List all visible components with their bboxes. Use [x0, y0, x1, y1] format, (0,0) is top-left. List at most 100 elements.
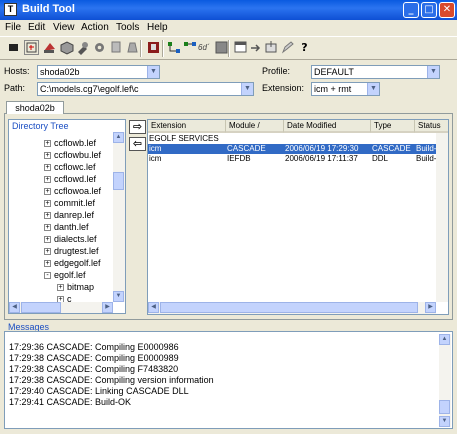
- stop-icon[interactable]: [6, 40, 21, 55]
- tree-item[interactable]: + ccflowb.lef: [9, 138, 113, 150]
- column-header-status[interactable]: Status: [415, 120, 448, 133]
- title-bar: T Build Tool _ □ ✕: [0, 0, 457, 20]
- grid-icon[interactable]: [214, 40, 229, 55]
- expand-icon[interactable]: +: [44, 236, 51, 243]
- move-right-button[interactable]: ⇨: [129, 120, 146, 134]
- directory-tree-title: Directory Tree: [12, 121, 69, 131]
- profile-select[interactable]: DEFAULT ▼: [311, 65, 440, 79]
- expand-icon[interactable]: +: [44, 176, 51, 183]
- table-row[interactable]: icm IEFDB 2006/06/19 17:11:37 DDL Build-OK: [148, 154, 448, 164]
- tree-item[interactable]: + dialects.lef: [9, 234, 113, 246]
- tree-item[interactable]: + edgegolf.lef: [9, 258, 113, 270]
- tree-hscroll-thumb[interactable]: [21, 302, 61, 313]
- chevron-down-icon[interactable]: ▼: [427, 66, 439, 78]
- message-line: 17:29:36 CASCADE: Compiling E0000986: [9, 342, 179, 352]
- table-horizontal-scrollbar[interactable]: ◀ ▶: [148, 302, 436, 314]
- expand-icon[interactable]: +: [44, 212, 51, 219]
- scroll-right-icon[interactable]: ▶: [102, 302, 113, 313]
- scroll-down-icon[interactable]: ▼: [113, 291, 124, 302]
- expand-icon[interactable]: +: [44, 164, 51, 171]
- clean-icon[interactable]: [125, 40, 140, 55]
- scroll-down-icon[interactable]: ▼: [439, 416, 450, 427]
- package-icon[interactable]: [59, 40, 74, 55]
- tree-item[interactable]: + danrep.lef: [9, 210, 113, 222]
- messages-scroll-thumb[interactable]: [439, 400, 450, 414]
- tab-host[interactable]: shoda02b: [6, 101, 64, 114]
- minimize-button[interactable]: _: [403, 2, 419, 18]
- help-icon[interactable]: ?: [297, 40, 312, 55]
- tree-icon[interactable]: [167, 40, 182, 55]
- window-icon[interactable]: [233, 40, 248, 55]
- edit-icon[interactable]: [280, 40, 295, 55]
- extension-label: Extension:: [262, 83, 305, 93]
- import-icon[interactable]: [264, 40, 279, 55]
- window-title: Build Tool: [22, 3, 75, 15]
- compile-icon[interactable]: [42, 40, 57, 55]
- close-button[interactable]: ✕: [439, 2, 455, 18]
- expand-icon[interactable]: +: [44, 260, 51, 267]
- tree-item[interactable]: + ccflowoa.lef: [9, 186, 113, 198]
- tree-item-label: danrep.lef: [54, 210, 95, 220]
- tree-item[interactable]: + drugtest.lef: [9, 246, 113, 258]
- scroll-left-icon[interactable]: ◀: [9, 302, 20, 313]
- table-hscroll-thumb[interactable]: [160, 302, 418, 313]
- table-row[interactable]: icm CASCADE 2006/06/19 17:29:30 CASCADE Buil…: [148, 144, 448, 154]
- column-header-extension[interactable]: Extension: [148, 120, 226, 133]
- scroll-left-icon[interactable]: ◀: [148, 302, 159, 313]
- expand-icon[interactable]: +: [44, 140, 51, 147]
- menu-view[interactable]: View: [53, 22, 75, 33]
- extension-select[interactable]: icm + rmt ▼: [311, 82, 380, 96]
- module-table: Extension Module / Date Modified Type St…: [147, 119, 449, 315]
- scroll-right-icon[interactable]: ▶: [425, 302, 436, 313]
- table-cell-date: 2006/06/19 17:11:37: [285, 154, 358, 163]
- scroll-up-icon[interactable]: ▲: [113, 132, 124, 143]
- copy-icon[interactable]: [109, 40, 124, 55]
- column-header-type[interactable]: Type: [371, 120, 415, 133]
- menu-action[interactable]: Action: [81, 22, 109, 33]
- tree-item[interactable]: - egolf.lef: [9, 270, 113, 282]
- menu-file[interactable]: File: [5, 22, 21, 33]
- menu-tools[interactable]: Tools: [116, 22, 139, 33]
- menu-help[interactable]: Help: [147, 22, 168, 33]
- export-icon[interactable]: [249, 40, 264, 55]
- column-header-module[interactable]: Module /: [226, 120, 284, 133]
- scroll-up-icon[interactable]: ▲: [439, 334, 450, 345]
- menu-edit[interactable]: Edit: [28, 22, 45, 33]
- expand-icon[interactable]: +: [44, 188, 51, 195]
- tree-item[interactable]: + commit.lef: [9, 198, 113, 210]
- book-icon[interactable]: [146, 40, 161, 55]
- tree-vertical-scrollbar[interactable]: ▲ ▼: [113, 132, 125, 302]
- gear-icon[interactable]: [92, 40, 107, 55]
- table-cell-date: 2006/06/19 17:29:30: [285, 144, 359, 153]
- move-left-button[interactable]: ⇦: [129, 137, 146, 151]
- tree-item[interactable]: + ccflowc.lef: [9, 162, 113, 174]
- chevron-down-icon[interactable]: ▼: [147, 66, 159, 78]
- table-vertical-scrollbar[interactable]: [436, 133, 448, 302]
- path-select[interactable]: C:\models.cg7\egolf.lef\c ▼: [37, 82, 254, 96]
- message-line: 17:29:40 CASCADE: Linking CASCADE DLL: [9, 386, 189, 396]
- chevron-down-icon[interactable]: ▼: [367, 83, 379, 95]
- expand-icon[interactable]: +: [44, 248, 51, 255]
- tree-item-label: danth.lef: [54, 222, 89, 232]
- hosts-select[interactable]: shoda02b ▼: [37, 65, 160, 79]
- maximize-button[interactable]: □: [421, 2, 437, 18]
- tree-scroll-thumb[interactable]: [113, 172, 124, 190]
- tree-horizontal-scrollbar[interactable]: ◀ ▶: [9, 302, 113, 313]
- profile-label: Profile:: [262, 66, 291, 76]
- path-select-value: C:\models.cg7\egolf.lef\c: [40, 84, 139, 94]
- messages-vertical-scrollbar[interactable]: ▲ ▼: [439, 334, 451, 427]
- expand-icon[interactable]: +: [44, 152, 51, 159]
- expand-icon[interactable]: +: [44, 224, 51, 231]
- chevron-down-icon[interactable]: ▼: [241, 83, 253, 95]
- tree-item[interactable]: + bitmap: [9, 282, 113, 294]
- build-icon[interactable]: [24, 40, 39, 55]
- tool-icon[interactable]: [75, 40, 90, 55]
- hierarchy-icon[interactable]: [183, 40, 198, 55]
- tree-item[interactable]: + ccflowd.lef: [9, 174, 113, 186]
- expand-icon[interactable]: +: [57, 284, 64, 291]
- expand-icon[interactable]: +: [44, 200, 51, 207]
- column-header-date[interactable]: Date Modified: [284, 120, 371, 133]
- tree-item[interactable]: + ccflowbu.lef: [9, 150, 113, 162]
- tree-item[interactable]: + danth.lef: [9, 222, 113, 234]
- collapse-icon[interactable]: -: [44, 272, 51, 279]
